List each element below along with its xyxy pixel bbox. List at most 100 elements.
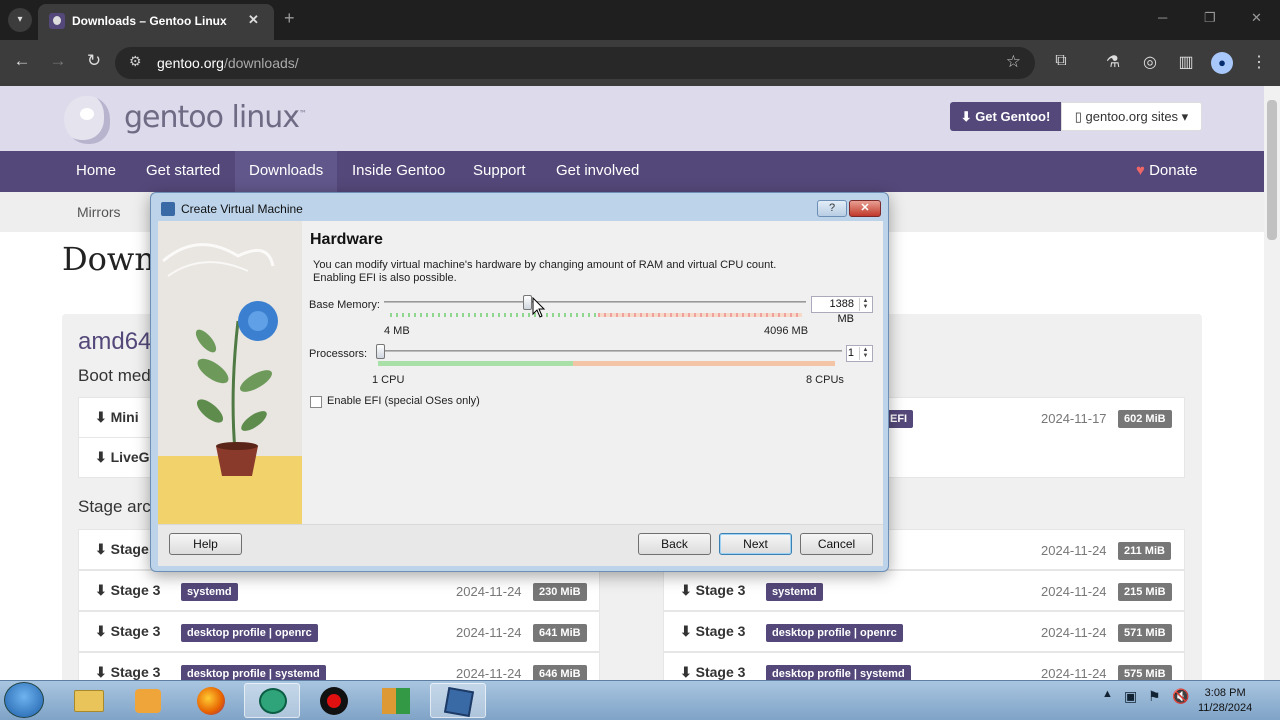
wizard-heading: Hardware (310, 231, 383, 248)
download-row-name: ⬇ Stage 3 (95, 664, 161, 680)
create-vm-dialog: Create Virtual Machine ? ✕ Hardware You … (150, 192, 889, 572)
nav-support[interactable]: Support (473, 162, 526, 179)
stage-archives-heading: Stage arc (78, 497, 151, 516)
dialog-close-button[interactable]: ✕ (849, 200, 881, 217)
memory-slider-handle[interactable] (522, 295, 532, 310)
page-scrollbar[interactable] (1264, 86, 1280, 680)
help-button[interactable]: Help (169, 533, 242, 555)
profile-avatar-icon[interactable]: ● (1211, 52, 1233, 74)
memory-slider-track[interactable] (384, 301, 806, 303)
cpu-min-label: 1 CPU (372, 374, 405, 386)
release-date: 2024-11-24 (1041, 543, 1107, 558)
cpu-slider-track[interactable] (376, 350, 842, 352)
cpu-scale-orange (573, 361, 835, 366)
release-date: 2024-11-24 (456, 666, 522, 681)
action-center-icon[interactable]: ▣ (1124, 688, 1137, 705)
extensions-icon[interactable]: ⧉ (1050, 52, 1072, 70)
volume-muted-icon[interactable]: 🔇 (1172, 688, 1189, 705)
release-date: 2024-11-24 (456, 625, 522, 640)
dialog-body: Hardware You can modify virtual machine'… (158, 221, 883, 566)
firefox-taskbar-icon[interactable] (182, 683, 238, 718)
forward-icon[interactable]: → (46, 51, 70, 71)
memory-spinbox[interactable]: 1388 MB ▲ ▼ (811, 296, 873, 325)
start-button-icon[interactable] (4, 682, 44, 718)
spin-arrows-icon[interactable]: ▲ ▼ (859, 347, 871, 360)
mouse-cursor-icon (532, 297, 546, 318)
release-date: 2024-11-17 (1041, 411, 1107, 426)
bookmark-star-icon[interactable]: ☆ (1006, 52, 1021, 72)
minimize-icon[interactable]: ─ (1158, 10, 1167, 25)
gentoo-favicon-icon (49, 13, 65, 29)
media-player-taskbar-icon[interactable] (120, 683, 176, 718)
memory-value: 1388 MB (829, 298, 854, 325)
virtualbox-taskbar-icon[interactable] (430, 683, 486, 718)
file-explorer-taskbar-icon[interactable] (60, 683, 116, 718)
taskbar-clock[interactable]: 3:08 PM 11/28/2024 (1198, 686, 1252, 716)
download-row[interactable]: ⬇ Stage 3 desktop profile | openrc 2024-… (78, 611, 600, 652)
scrollbar-thumb[interactable] (1267, 100, 1277, 240)
site-logo-text[interactable]: gentoo linux™ (124, 100, 307, 135)
download-row[interactable]: ⬇ Stage 3 desktop profile | openrc 2024-… (663, 611, 1185, 652)
browser-menu-icon[interactable]: ⋮ (1248, 52, 1270, 72)
url-text[interactable]: gentoo.org/downloads/ (157, 55, 299, 71)
address-bar[interactable]: ⚙ gentoo.org/downloads/ ☆ (115, 47, 1035, 79)
site-main-nav: Home Get started Downloads Inside Gentoo… (0, 151, 1264, 192)
virtualbox-icon (161, 202, 175, 216)
extension-icon[interactable]: ◎ (1139, 52, 1161, 72)
cancel-button[interactable]: Cancel (800, 533, 873, 555)
sites-dropdown[interactable]: ▯ gentoo.org sites ▾ (1061, 102, 1202, 131)
recorder-taskbar-icon[interactable] (306, 683, 362, 718)
cpu-slider-handle[interactable] (376, 344, 385, 359)
new-tab-icon[interactable]: + (284, 8, 295, 29)
download-row[interactable]: ⬇ Stage 3 systemd 2024-11-24 215 MiB (663, 570, 1185, 611)
nav-get-involved[interactable]: Get involved (556, 162, 639, 179)
file-size-badge: 602 MiB (1118, 410, 1172, 428)
get-gentoo-button[interactable]: ⬇ Get Gentoo! (950, 102, 1061, 131)
subnav-mirrors[interactable]: Mirrors (77, 204, 121, 220)
next-button[interactable]: Next (719, 533, 792, 555)
release-date: 2024-11-24 (456, 584, 522, 599)
tab-search-button[interactable]: ▾ (8, 8, 32, 32)
back-icon[interactable]: ← (10, 51, 34, 71)
boot-media-heading: Boot med (78, 366, 151, 385)
antivirus-taskbar-icon[interactable] (368, 683, 424, 718)
download-row-name: ⬇ Stage 3 (680, 623, 746, 639)
donate-link[interactable]: ♥ Donate (1136, 162, 1197, 179)
flag-icon[interactable]: ⚑ (1148, 688, 1161, 705)
nav-inside-gentoo[interactable]: Inside Gentoo (352, 162, 445, 179)
browser-tab[interactable]: Downloads – Gentoo Linux ✕ (38, 4, 274, 40)
variant-badge: desktop profile | openrc (181, 624, 318, 642)
tab-close-icon[interactable]: ✕ (248, 12, 259, 28)
nav-downloads[interactable]: Downloads (249, 162, 323, 179)
spin-arrows-icon[interactable]: ▲ ▼ (859, 298, 871, 311)
side-panel-icon[interactable]: ▥ (1175, 52, 1197, 72)
back-button[interactable]: Back (638, 533, 711, 555)
processors-label: Processors: (309, 348, 368, 360)
efi-checkbox[interactable] (310, 396, 322, 408)
file-size-badge: 211 MiB (1118, 542, 1171, 560)
release-date: 2024-11-24 (1041, 584, 1107, 599)
nav-get-started[interactable]: Get started (146, 162, 220, 179)
site-info-icon[interactable]: ⚙ (129, 53, 142, 70)
gentoo-logo-icon[interactable] (64, 96, 110, 144)
download-row[interactable]: ⬇ Stage 3 systemd 2024-11-24 230 MiB (78, 570, 600, 611)
wizard-illustration (158, 221, 302, 524)
variant-badge: desktop profile | openrc (766, 624, 903, 642)
reload-icon[interactable]: ↻ (82, 51, 106, 71)
nav-home[interactable]: Home (76, 162, 116, 179)
download-row-name: ⬇ Stage 3 (680, 582, 746, 598)
dialog-help-button[interactable]: ? (817, 200, 847, 217)
cpu-spinbox[interactable]: 1 ▲ ▼ (846, 345, 873, 362)
show-hidden-icons[interactable]: ▲ (1102, 688, 1113, 700)
clock-time: 3:08 PM (1204, 687, 1246, 699)
file-size-badge: 571 MiB (1118, 624, 1172, 642)
app-taskbar-icon[interactable] (244, 683, 300, 718)
download-row-name: ⬇ Stage 3 (95, 582, 161, 598)
labs-flask-icon[interactable]: ⚗ (1102, 52, 1124, 72)
window-close-icon[interactable]: ✕ (1251, 10, 1262, 26)
flower-pot-illustration (158, 243, 302, 524)
dialog-title: Create Virtual Machine (181, 202, 303, 216)
restore-icon[interactable]: ❐ (1204, 10, 1216, 26)
efi-label[interactable]: Enable EFI (special OSes only) (327, 395, 480, 407)
variant-badge: systemd (766, 583, 823, 601)
